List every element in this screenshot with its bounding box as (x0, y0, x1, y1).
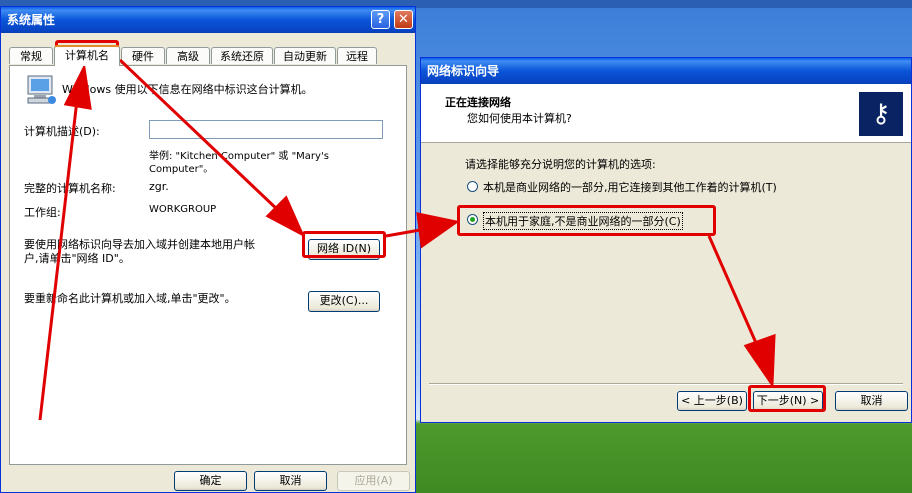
tab-computer-name[interactable]: 计算机名 (54, 45, 120, 66)
arrow-up-to-tab (38, 63, 92, 421)
arrow-tab-to-network-id (118, 58, 306, 238)
arrow-network-id-to-home-option (385, 212, 460, 249)
arrow-home-option-to-next (707, 235, 776, 389)
annotation-arrows (38, 58, 776, 421)
